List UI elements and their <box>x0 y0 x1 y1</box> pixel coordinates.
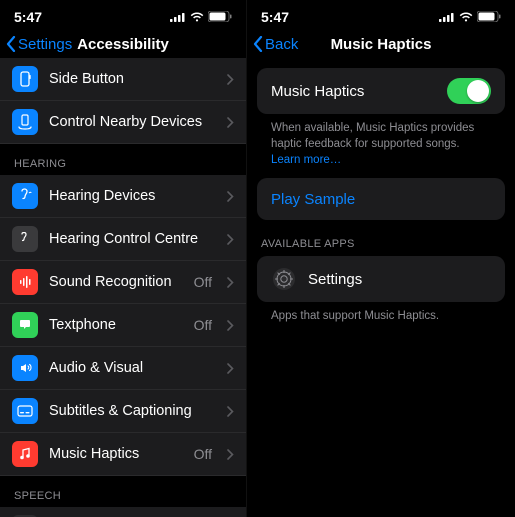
accessibility-screen: 5:47 Settings Accessibility Side Button … <box>0 0 247 517</box>
learn-more-link[interactable]: Learn more… <box>271 154 341 166</box>
hearing-devices-icon <box>12 183 38 209</box>
status-time: 5:47 <box>14 9 42 25</box>
status-bar: 5:47 <box>247 0 515 30</box>
cell-label: Side Button <box>49 71 216 87</box>
music-haptics-toggle-row[interactable]: Music Haptics <box>257 68 505 114</box>
chevron-right-icon <box>227 74 234 85</box>
cell-detail: Off <box>194 446 212 462</box>
available-apps-header: AVAILABLE APPS <box>247 220 515 256</box>
content-scroll[interactable]: Side Button Control Nearby Devices HEARI… <box>0 58 246 517</box>
play-sample-button[interactable]: Play Sample <box>257 178 505 220</box>
music-haptics-row[interactable]: Music Haptics Off <box>0 433 246 476</box>
signal-icon <box>170 12 186 22</box>
hearing-control-icon <box>12 226 38 252</box>
settings-app-icon <box>271 266 297 292</box>
cell-label: Hearing Devices <box>49 188 216 204</box>
audio-visual-icon <box>12 355 38 381</box>
chevron-right-icon <box>227 406 234 417</box>
cell-label: Hearing Control Centre <box>49 231 216 247</box>
status-time: 5:47 <box>261 9 289 25</box>
hearing-devices-row[interactable]: Hearing Devices <box>0 175 246 218</box>
chevron-right-icon <box>227 363 234 374</box>
cell-label: Music Haptics <box>49 446 183 462</box>
battery-icon <box>477 11 501 22</box>
battery-icon <box>208 11 232 22</box>
chevron-left-icon <box>253 36 263 52</box>
audio-visual-row[interactable]: Audio & Visual <box>0 347 246 390</box>
settings-app-label: Settings <box>308 271 491 288</box>
toggle-label: Music Haptics <box>271 83 447 100</box>
signal-icon <box>439 12 455 22</box>
cell-label: Control Nearby Devices <box>49 114 216 130</box>
nav-bar: Settings Accessibility <box>0 30 246 58</box>
side-button-row[interactable]: Side Button <box>0 58 246 101</box>
chevron-right-icon <box>227 191 234 202</box>
chevron-right-icon <box>227 320 234 331</box>
status-indicators <box>170 11 232 22</box>
chevron-right-icon <box>227 449 234 460</box>
section-header-speech: SPEECH <box>0 476 246 507</box>
sound-recognition-icon <box>12 269 38 295</box>
apps-footer: Apps that support Music Haptics. <box>257 302 505 324</box>
sound-recognition-row[interactable]: Sound Recognition Off <box>0 261 246 304</box>
chevron-right-icon <box>227 117 234 128</box>
toggle-footer: When available, Music Haptics provides h… <box>257 114 505 168</box>
cell-detail: Off <box>194 274 212 290</box>
cell-label: Sound Recognition <box>49 274 183 290</box>
music-haptics-toggle[interactable] <box>447 78 491 104</box>
subtitles-row[interactable]: Subtitles & Captioning <box>0 390 246 433</box>
cell-label: Textphone <box>49 317 183 333</box>
nav-title: Accessibility <box>77 36 169 53</box>
textphone-row[interactable]: Textphone Off <box>0 304 246 347</box>
nearby-devices-icon <box>12 109 38 135</box>
chevron-left-icon <box>6 36 16 52</box>
nav-back-button[interactable]: Back <box>253 36 298 53</box>
cell-label: Audio & Visual <box>49 360 216 376</box>
cell-detail: Off <box>194 317 212 333</box>
section-header-hearing: HEARING <box>0 144 246 175</box>
nav-back-settings[interactable]: Settings <box>6 36 72 53</box>
nav-bar: Back Music Haptics <box>247 30 515 58</box>
control-nearby-row[interactable]: Control Nearby Devices <box>0 101 246 144</box>
status-indicators <box>439 11 501 22</box>
live-speech-row[interactable]: Live Speech Off <box>0 507 246 517</box>
play-sample-label: Play Sample <box>271 191 355 208</box>
nav-title: Music Haptics <box>331 36 432 53</box>
settings-app-row[interactable]: Settings <box>257 256 505 302</box>
wifi-icon <box>459 12 473 22</box>
music-haptics-screen: 5:47 Back Music Haptics Music Haptics Wh… <box>247 0 515 517</box>
chevron-right-icon <box>227 277 234 288</box>
textphone-icon <box>12 312 38 338</box>
content-scroll[interactable]: Music Haptics When available, Music Hapt… <box>247 58 515 517</box>
subtitles-icon <box>12 398 38 424</box>
hearing-control-centre-row[interactable]: Hearing Control Centre <box>0 218 246 261</box>
cell-label: Subtitles & Captioning <box>49 403 216 419</box>
wifi-icon <box>190 12 204 22</box>
chevron-right-icon <box>227 234 234 245</box>
music-haptics-icon <box>12 441 38 467</box>
status-bar: 5:47 <box>0 0 246 30</box>
side-button-icon <box>12 66 38 92</box>
